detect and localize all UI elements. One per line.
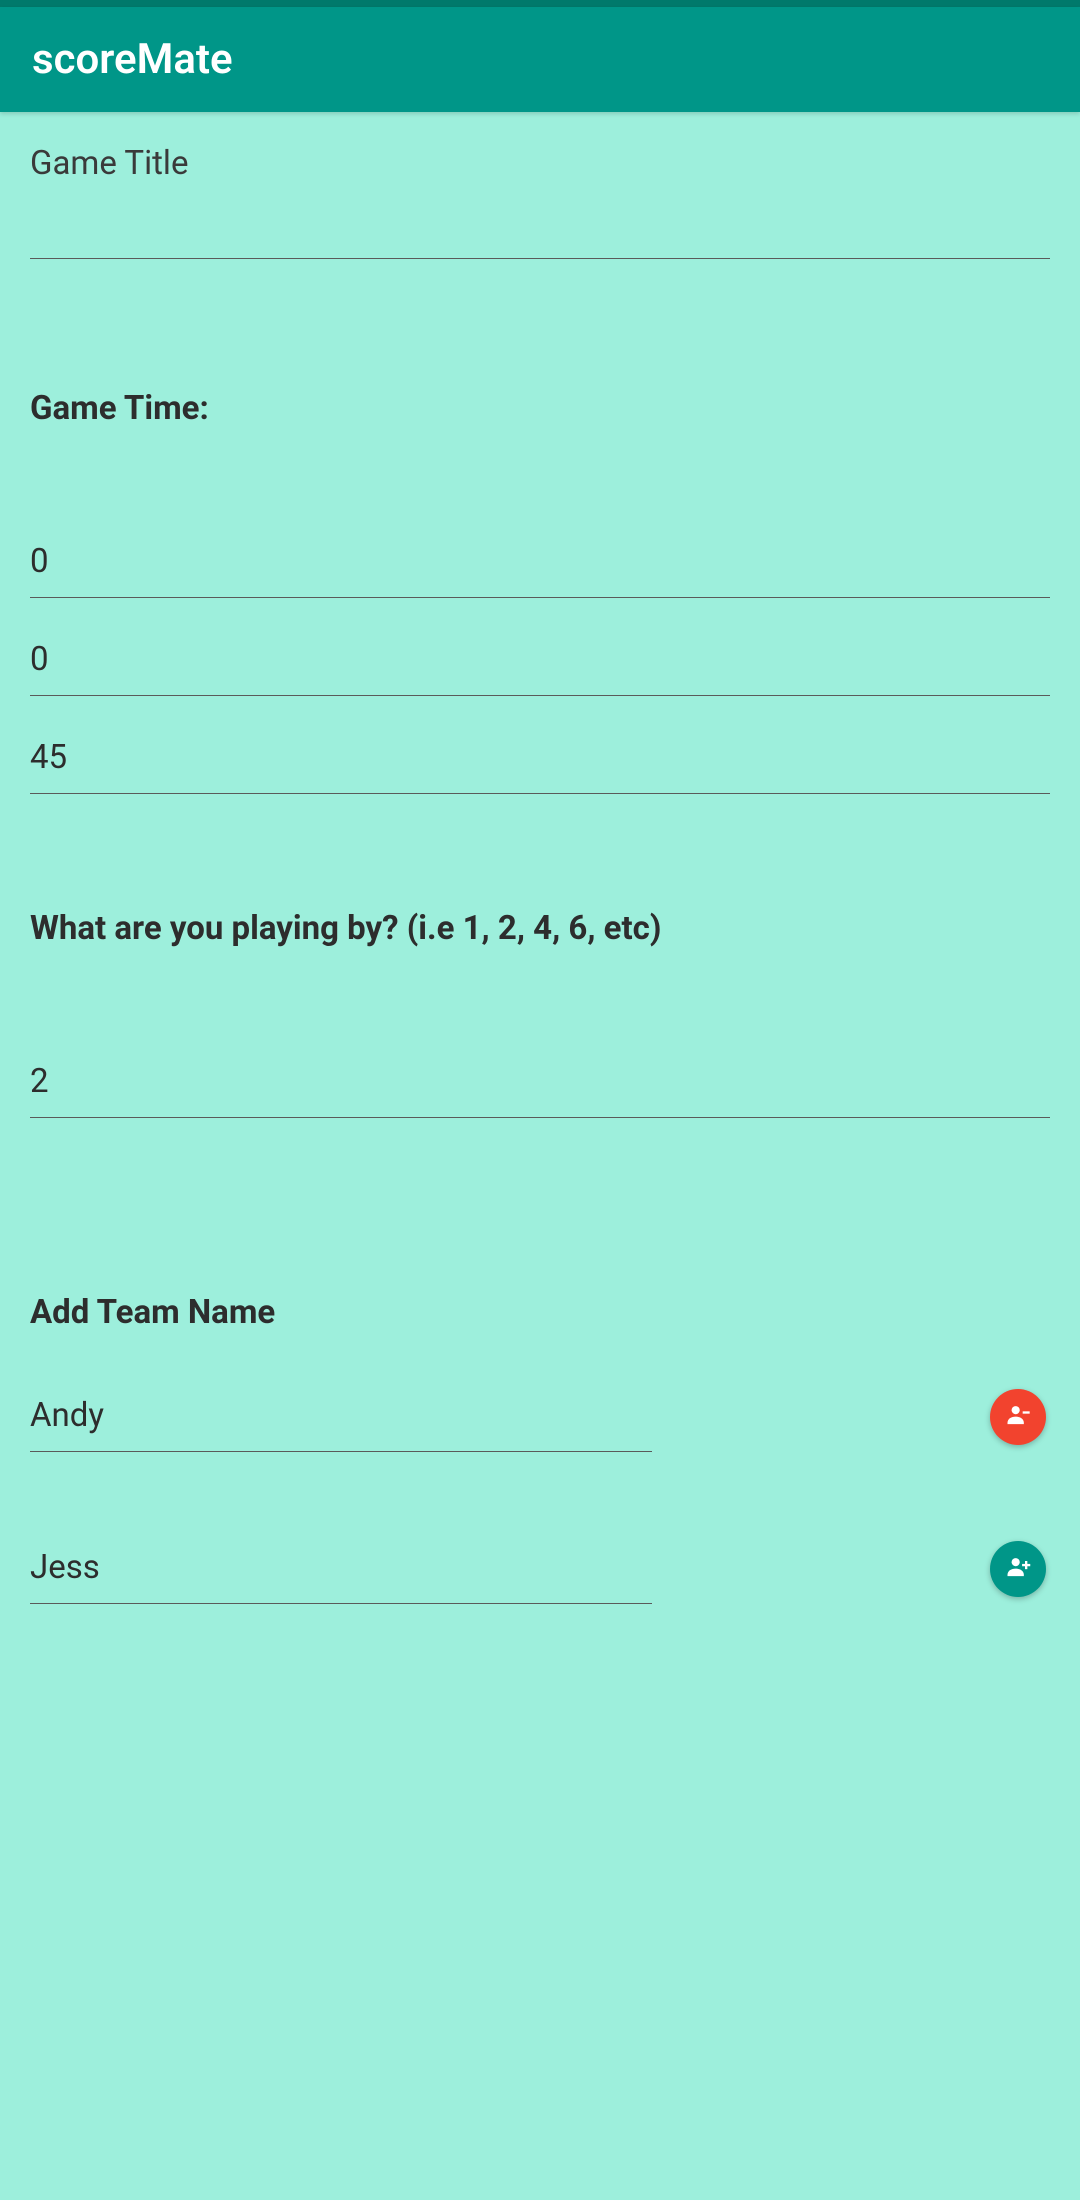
team-section: Add Team Name (30, 1293, 1050, 1604)
person-remove-icon (1004, 1402, 1032, 1433)
game-time-input-3[interactable] (30, 724, 1050, 794)
app-title: scoreMate (32, 35, 1048, 84)
content: Game Title Game Time: What are you playi… (0, 112, 1080, 1604)
app-bar: scoreMate (0, 7, 1080, 112)
playing-by-input[interactable] (30, 1048, 1050, 1118)
game-title-input[interactable] (30, 189, 1050, 259)
game-time-section: Game Time: (30, 389, 1050, 794)
person-add-icon (1004, 1554, 1032, 1585)
team-row-1 (30, 1382, 1050, 1452)
team-name-input-2[interactable] (30, 1534, 652, 1604)
remove-team-button[interactable] (990, 1389, 1046, 1445)
status-bar (0, 0, 1080, 7)
game-title-label: Game Title (30, 144, 1050, 183)
team-name-input-1[interactable] (30, 1382, 652, 1452)
game-title-field: Game Title (30, 144, 1050, 259)
game-time-input-1[interactable] (30, 528, 1050, 598)
game-time-inputs (30, 528, 1050, 794)
add-team-button[interactable] (990, 1541, 1046, 1597)
add-team-label: Add Team Name (30, 1293, 1050, 1332)
game-time-input-2[interactable] (30, 626, 1050, 696)
playing-by-label: What are you playing by? (i.e 1, 2, 4, 6… (30, 909, 1050, 948)
team-row-2 (30, 1534, 1050, 1604)
game-time-label: Game Time: (30, 389, 1050, 428)
playing-by-section: What are you playing by? (i.e 1, 2, 4, 6… (30, 909, 1050, 1118)
